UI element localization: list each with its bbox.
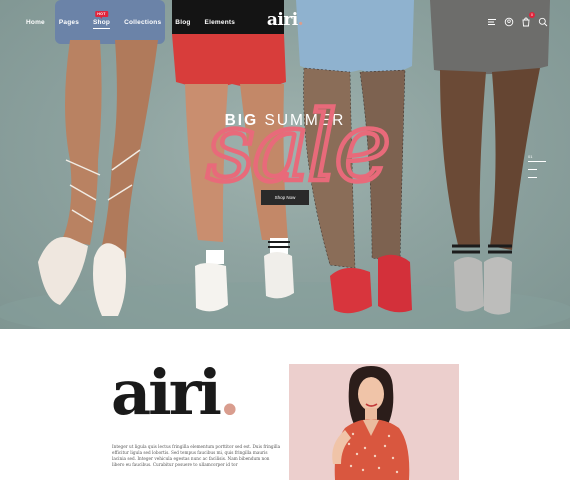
slide-pagination: 01 <box>528 154 546 185</box>
logo-text: airi <box>266 10 298 30</box>
model-illustration <box>289 364 459 480</box>
menu-icon[interactable] <box>487 17 497 27</box>
site-logo[interactable]: airi. <box>0 10 570 30</box>
hero-banner: Home Pages Shop HOT Collections Blog Ele… <box>0 0 570 329</box>
about-logo: airi. <box>111 362 240 424</box>
slide-indicator-1[interactable] <box>528 161 546 162</box>
slide-indicator-3[interactable] <box>528 177 537 178</box>
cart-icon[interactable]: 0 <box>521 12 535 27</box>
sale-script-word: sale <box>206 96 388 203</box>
about-description: Integer ut ligula quis lectus fringilla … <box>112 444 281 467</box>
about-logo-dot: . <box>218 356 241 429</box>
slide-number: 01 <box>528 154 533 159</box>
cart-count-badge: 0 <box>529 12 535 18</box>
user-icon[interactable] <box>504 17 514 27</box>
search-icon[interactable] <box>538 17 548 27</box>
model-1-legs <box>38 0 165 316</box>
logo-dot: . <box>297 10 304 30</box>
slide-indicator-2[interactable] <box>528 169 537 170</box>
nav-icons: 0 <box>487 12 548 27</box>
shop-now-button[interactable]: Shop Now <box>261 190 309 205</box>
main-nav: Home Pages Shop HOT Collections Blog Ele… <box>0 0 570 44</box>
model-photo <box>289 364 459 480</box>
about-logo-text: airi <box>111 356 222 429</box>
